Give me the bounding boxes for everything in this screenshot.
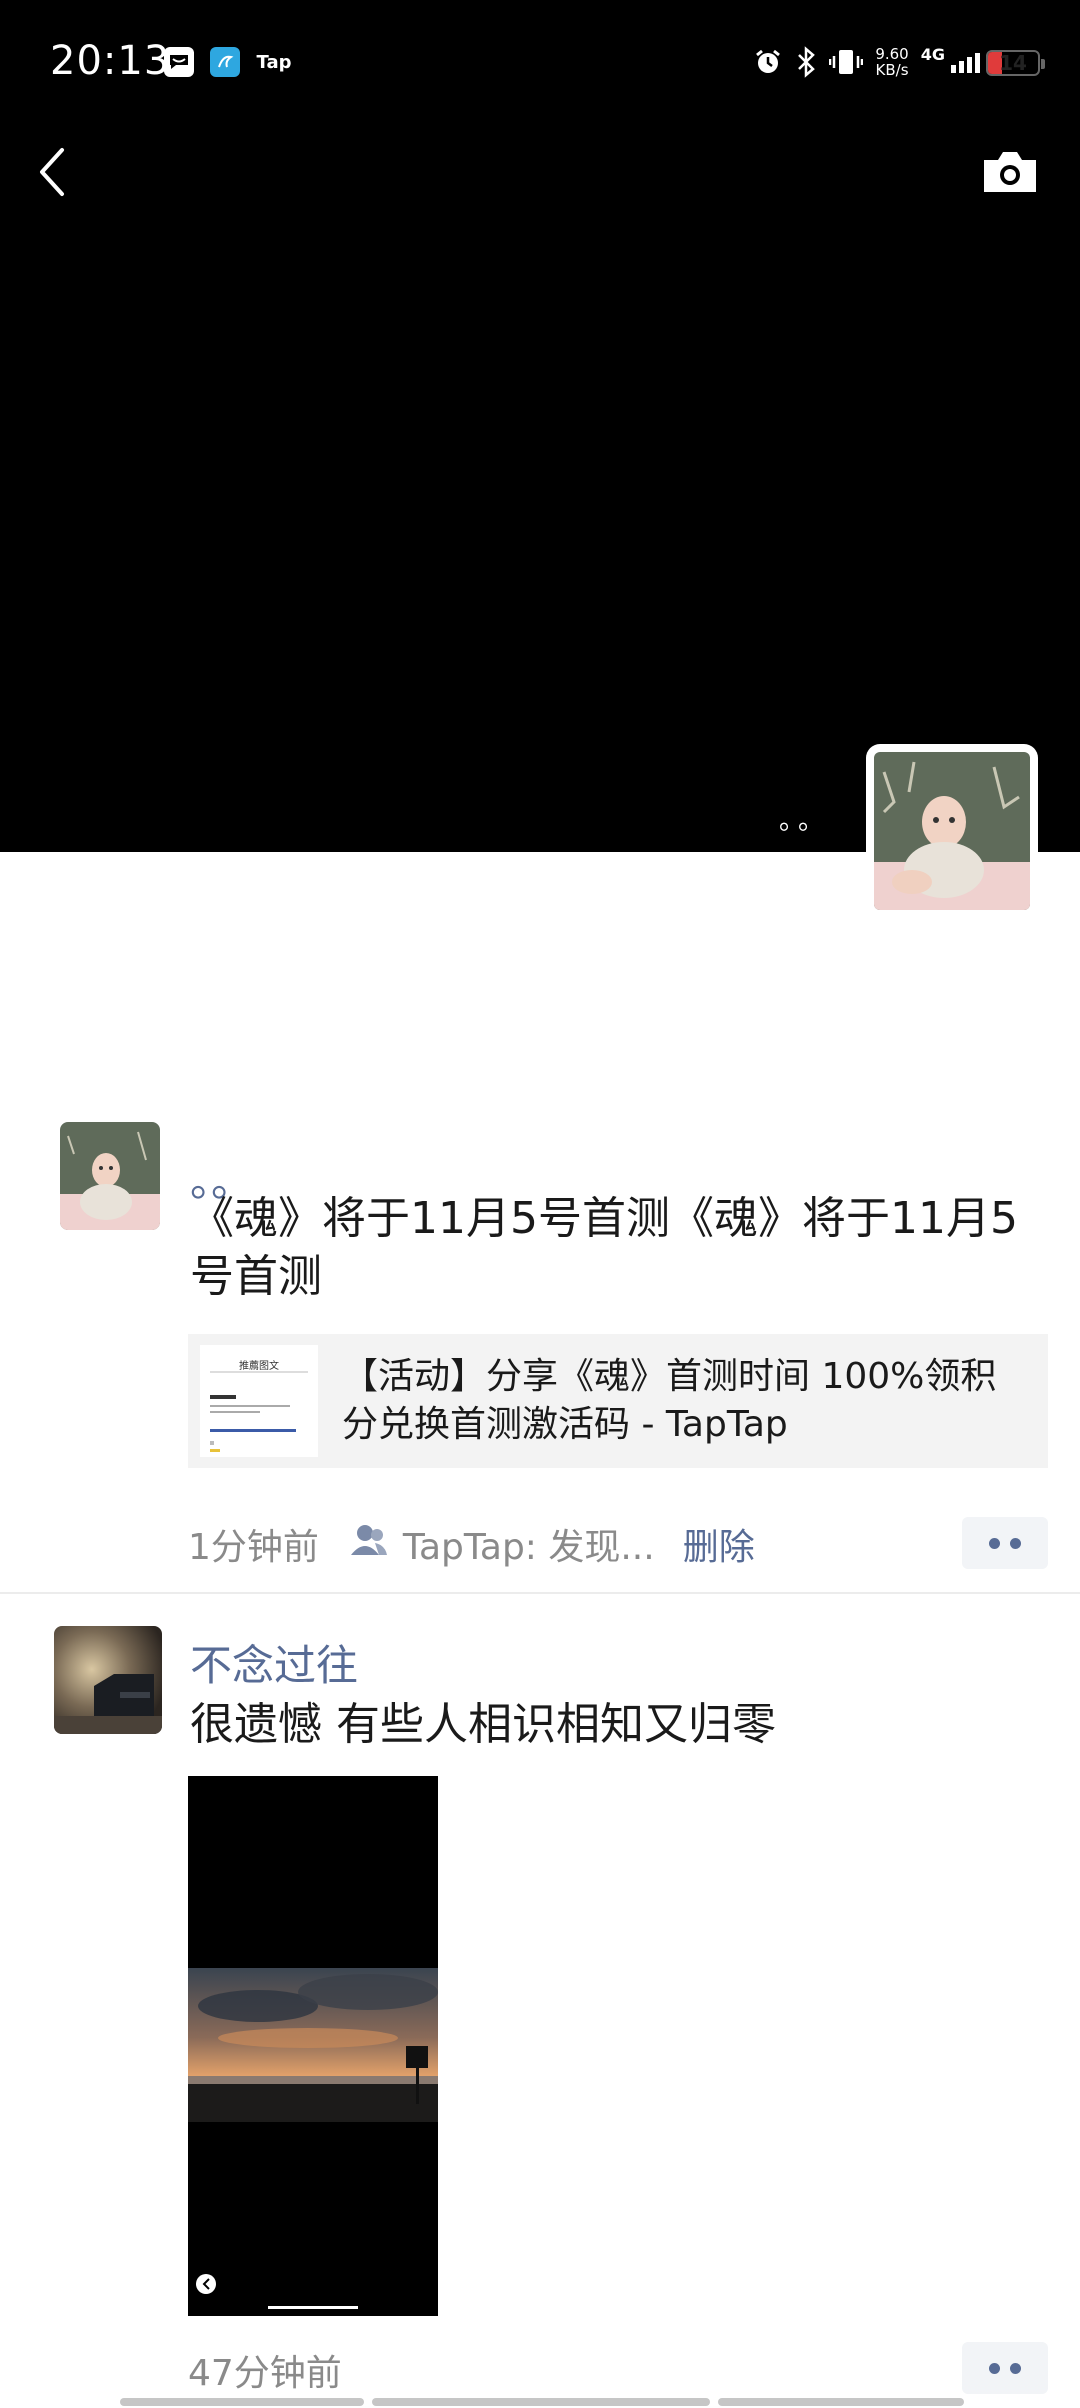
link-card[interactable]: 推薦图文 【活动】分享《魂》首测时间 100%领积分兑换首测激活码 - TapT… <box>188 1334 1048 1468</box>
link-thumbnail: 推薦图文 <box>200 1345 318 1457</box>
tap-app-icon: Tap <box>256 51 292 73</box>
camera-icon <box>984 152 1036 192</box>
scroll-indicator <box>120 2398 964 2406</box>
person-icon <box>349 1523 389 1566</box>
battery-level: 14 <box>999 51 1027 75</box>
network-type: 4G <box>920 44 945 64</box>
vibrate-icon <box>829 47 864 77</box>
post-time: 47分钟前 <box>188 2353 342 2394</box>
battery-icon: 14 <box>986 50 1045 76</box>
post-author[interactable]: 不念过往 <box>190 1632 358 1693</box>
more-actions-button[interactable] <box>962 2342 1048 2394</box>
avatar-photo <box>874 752 1030 910</box>
post-avatar[interactable] <box>60 1122 160 1230</box>
post-text: 很遗憾 有些人相识相知又归零 <box>190 1699 776 1750</box>
back-button[interactable] <box>30 142 78 202</box>
delete-link[interactable]: 删除 <box>683 1518 755 1570</box>
post-text: 《魂》将于11月5号首测《魂》将于11月5号首测 <box>190 1193 1018 1302</box>
link-title: 【活动】分享《魂》首测时间 100%领积分兑换首测激活码 - TapTap <box>342 1356 997 1445</box>
chevron-left-icon <box>40 148 64 196</box>
post-photo[interactable] <box>188 1776 438 2316</box>
dot <box>989 1537 1000 1549</box>
profile-avatar[interactable] <box>866 744 1038 918</box>
post-divider <box>0 1592 1080 1594</box>
alarm-icon <box>753 47 783 77</box>
post-meta: 47分钟前 <box>188 2344 342 2396</box>
note-app-icon <box>210 47 240 77</box>
status-time: 20:13 <box>50 38 171 84</box>
camera-button[interactable] <box>980 148 1040 196</box>
profile-name[interactable]: 。。 <box>779 800 830 837</box>
status-bar: 20:13 Tap 9.60 KB/s 4G 14 <box>0 0 1080 128</box>
bluetooth-icon <box>795 46 817 78</box>
dot <box>989 2362 1000 2374</box>
dot <box>1010 1537 1021 1549</box>
status-indicators: 9.60 KB/s 4G <box>753 42 980 82</box>
post-source[interactable]: TapTap: 发现... <box>403 1518 655 1570</box>
post-time: 1分钟前 <box>188 1527 319 1568</box>
signal-icon <box>951 51 980 73</box>
post-avatar[interactable] <box>54 1626 162 1734</box>
net-speed-value: 9.60 <box>875 45 909 63</box>
more-actions-button[interactable] <box>962 1517 1048 1569</box>
moments-page: 20:13 Tap 9.60 KB/s 4G 14 。。 。。 《魂》将于11月… <box>0 0 1080 2408</box>
net-speed-unit: KB/s <box>875 61 909 79</box>
dot <box>1010 2362 1021 2374</box>
net-speed: 9.60 KB/s <box>875 46 908 78</box>
post-meta: 1分钟前 TapTap: 发现... 删除 <box>188 1518 755 1570</box>
message-icon <box>164 47 194 77</box>
